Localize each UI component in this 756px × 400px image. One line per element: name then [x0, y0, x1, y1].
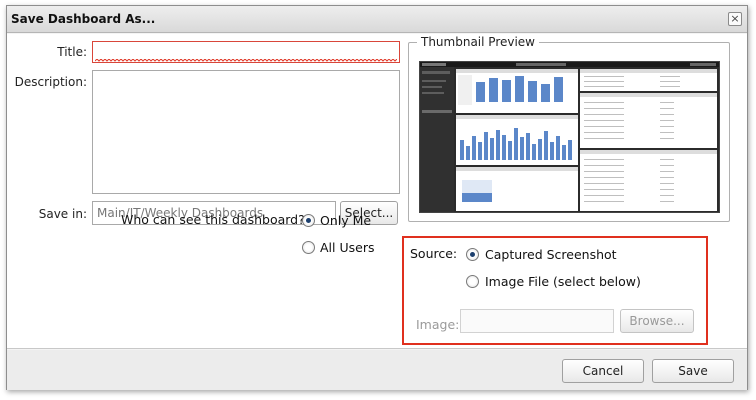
dialog-title: Save Dashboard As... — [11, 12, 156, 26]
dashboard-miniature — [420, 62, 719, 212]
spellcheck-underline — [95, 59, 397, 62]
captured-screenshot-radio[interactable] — [466, 248, 479, 261]
captured-screenshot-label[interactable]: Captured Screenshot — [485, 247, 617, 262]
only-me-label[interactable]: Only Me — [320, 213, 371, 228]
title-label: Title: — [57, 45, 87, 59]
save-in-label: Save in: — [38, 207, 87, 221]
browse-button[interactable]: Browse... — [620, 309, 694, 333]
cancel-button[interactable]: Cancel — [562, 359, 644, 383]
dialog-titlebar: Save Dashboard As... × — [7, 6, 747, 33]
description-textarea[interactable] — [92, 70, 400, 194]
close-icon[interactable]: × — [728, 12, 742, 26]
image-label: Image: — [416, 317, 460, 332]
dialog-body: Title: Description: Save in: Select... W… — [7, 34, 747, 349]
visibility-label: Who can see this dashboard?: — [121, 212, 309, 227]
all-users-label[interactable]: All Users — [320, 240, 374, 255]
description-label: Description: — [14, 75, 87, 89]
only-me-radio[interactable] — [302, 214, 315, 227]
dialog-footer: Cancel Save — [7, 350, 747, 390]
source-label: Source: — [410, 246, 458, 261]
thumbnail-image — [419, 61, 720, 213]
thumbnail-preview-legend: Thumbnail Preview — [417, 35, 539, 49]
image-path-input[interactable] — [460, 309, 614, 333]
save-dashboard-dialog: Save Dashboard As... × Title: Descriptio… — [6, 5, 748, 390]
image-file-label[interactable]: Image File (select below) — [485, 274, 641, 289]
all-users-radio[interactable] — [302, 241, 315, 254]
image-file-radio[interactable] — [466, 275, 479, 288]
save-button[interactable]: Save — [652, 359, 734, 383]
